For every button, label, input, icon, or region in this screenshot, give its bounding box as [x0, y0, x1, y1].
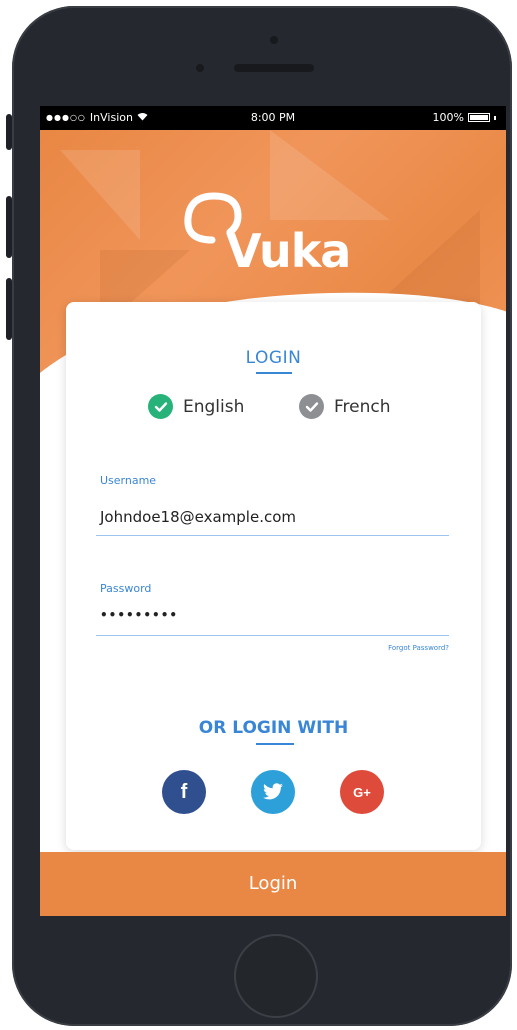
- facebook-icon[interactable]: f: [162, 770, 206, 814]
- password-underline: [96, 635, 449, 636]
- sensor-icon: [196, 64, 204, 72]
- username-label: Username: [100, 474, 157, 487]
- battery-percent: 100%: [432, 111, 464, 124]
- password-label: Password: [100, 582, 152, 595]
- camera-icon: [270, 36, 278, 44]
- login-card: LOGIN English French Username Johndoe18@…: [66, 302, 481, 850]
- language-option-english[interactable]: English: [148, 394, 244, 419]
- login-title-underline: [256, 372, 292, 374]
- check-circle-icon: [148, 394, 173, 419]
- status-bar: ●●●○○ InVision 8:00 PM 100%: [40, 106, 506, 130]
- battery-status: 100%: [433, 111, 496, 124]
- username-field[interactable]: Johndoe18@example.com: [100, 508, 296, 526]
- or-login-with-title: OR LOGIN WITH: [198, 718, 349, 738]
- language-label: English: [183, 396, 245, 417]
- twitter-icon[interactable]: [251, 770, 295, 814]
- logo-text: Vuka: [226, 224, 351, 278]
- language-label: French: [334, 396, 391, 417]
- mute-switch: [6, 114, 12, 150]
- vuka-logo: Vuka: [180, 190, 380, 290]
- home-button[interactable]: [234, 934, 318, 1018]
- app-screen: ●●●○○ InVision 8:00 PM 100% Vuka LOGIN E…: [40, 106, 506, 916]
- earpiece: [234, 64, 314, 72]
- language-option-french[interactable]: French: [299, 394, 391, 419]
- volume-up-button: [6, 196, 12, 258]
- google-plus-icon[interactable]: G+: [340, 770, 384, 814]
- volume-down-button: [6, 278, 12, 340]
- username-underline: [96, 535, 449, 536]
- forgot-password-link[interactable]: Forgot Password?: [388, 644, 449, 652]
- login-button[interactable]: Login: [40, 852, 506, 916]
- check-circle-icon: [299, 394, 324, 419]
- password-field[interactable]: •••••••••: [100, 608, 178, 622]
- battery-icon: [468, 113, 490, 122]
- or-login-underline: [256, 743, 294, 745]
- login-title: LOGIN: [245, 348, 302, 368]
